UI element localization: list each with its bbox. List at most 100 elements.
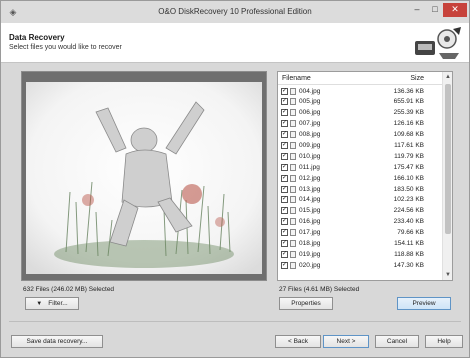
window-title: O&O DiskRecovery 10 Professional Edition: [158, 7, 312, 16]
file-name: 017.jpg: [299, 229, 321, 237]
list-selection-status: 27 Files (4.61 MB) Selected: [279, 286, 360, 293]
checkbox-icon[interactable]: ✓: [281, 229, 288, 237]
total-selection-status: 632 Files (246.02 MB) Selected: [23, 286, 115, 293]
image-preview-panel: [21, 71, 267, 281]
checkbox-icon[interactable]: ✓: [281, 207, 288, 215]
file-name: 004.jpg: [299, 87, 321, 95]
checkbox-icon[interactable]: ✓: [281, 131, 288, 139]
file-size: 119.79 KB: [394, 152, 424, 160]
table-row[interactable]: ✓ 010.jpg 119.79 KB: [278, 151, 442, 162]
checkbox-icon[interactable]: ✓: [281, 261, 288, 269]
checkbox-icon[interactable]: ✓: [281, 239, 288, 247]
checkbox-icon[interactable]: ✓: [281, 152, 288, 160]
file-name: 012.jpg: [299, 174, 321, 182]
table-row[interactable]: ✓ 018.jpg 154.11 KB: [278, 238, 442, 249]
checkbox-icon[interactable]: ✓: [281, 218, 288, 226]
file-icon: [290, 185, 296, 193]
footer-divider: [9, 321, 461, 322]
file-icon: [290, 250, 296, 258]
dropdown-arrow-icon: ▼: [36, 301, 43, 307]
checkbox-icon[interactable]: ✓: [281, 109, 288, 117]
column-header-filename[interactable]: Filename: [282, 75, 311, 82]
file-size: 233.40 KB: [393, 218, 424, 226]
table-row[interactable]: ✓ 017.jpg 79.66 KB: [278, 228, 442, 239]
minimize-button[interactable]: –: [407, 3, 427, 17]
file-size: 118.88 KB: [394, 250, 424, 258]
file-icon: [290, 174, 296, 182]
table-row[interactable]: ✓ 016.jpg 233.40 KB: [278, 217, 442, 228]
maximize-button[interactable]: □: [427, 3, 443, 17]
table-row[interactable]: ✓ 014.jpg 102.23 KB: [278, 195, 442, 206]
file-name: 005.jpg: [299, 98, 321, 106]
table-row[interactable]: ✓ 004.jpg 136.36 KB: [278, 86, 442, 97]
table-row[interactable]: ✓ 012.jpg 166.10 KB: [278, 173, 442, 184]
file-size: 166.10 KB: [393, 174, 424, 182]
cancel-button[interactable]: Cancel: [375, 335, 419, 348]
save-data-recovery-button[interactable]: Save data recovery...: [11, 335, 103, 348]
help-button[interactable]: Help: [425, 335, 463, 348]
file-size: 79.66 KB: [397, 229, 424, 237]
file-icon: [290, 229, 296, 237]
file-name: 011.jpg: [299, 163, 320, 171]
file-name: 019.jpg: [299, 250, 321, 258]
file-list-header: Filename Size: [278, 72, 442, 85]
checkbox-icon[interactable]: ✓: [281, 163, 288, 171]
table-row[interactable]: ✓ 011.jpg 175.47 KB: [278, 162, 442, 173]
table-row[interactable]: ✓ 005.jpg 655.91 KB: [278, 97, 442, 108]
next-button[interactable]: Next >: [323, 335, 369, 348]
checkbox-icon[interactable]: ✓: [281, 250, 288, 258]
scrollbar-thumb[interactable]: [445, 84, 451, 234]
preview-image: [26, 82, 262, 274]
file-icon: [290, 120, 296, 128]
file-list[interactable]: Filename Size ✓ 004.jpg 136.36 KB ✓ 005.jpg 6…: [277, 71, 453, 281]
file-icon: [290, 141, 296, 149]
file-name: 013.jpg: [299, 185, 321, 193]
file-size: 117.61 KB: [394, 141, 424, 149]
title-bar: ◈ O&O DiskRecovery 10 Professional Editi…: [1, 1, 469, 23]
table-row[interactable]: ✓ 013.jpg 183.50 KB: [278, 184, 442, 195]
file-size: 126.16 KB: [393, 120, 424, 128]
file-icon: [290, 131, 296, 139]
file-name: 010.jpg: [299, 152, 321, 160]
table-row[interactable]: ✓ 007.jpg 126.16 KB: [278, 119, 442, 130]
preview-button[interactable]: Preview: [397, 297, 451, 310]
file-size: 655.91 KB: [393, 98, 424, 106]
table-row[interactable]: ✓ 006.jpg 255.39 KB: [278, 108, 442, 119]
table-row[interactable]: ✓ 020.jpg 147.30 KB: [278, 260, 442, 271]
file-size: 175.47 KB: [393, 163, 424, 171]
file-size: 183.50 KB: [393, 185, 424, 193]
file-list-scrollbar[interactable]: ▲ ▼: [442, 72, 452, 280]
file-icon: [290, 98, 296, 106]
close-button[interactable]: ✕: [443, 3, 467, 17]
file-name: 006.jpg: [299, 109, 321, 117]
filter-button[interactable]: ▼ Filter...: [25, 297, 79, 310]
file-icon: [290, 239, 296, 247]
back-button[interactable]: < Back: [275, 335, 321, 348]
scroll-up-icon[interactable]: ▲: [443, 72, 452, 82]
file-name: 007.jpg: [299, 120, 321, 128]
table-row[interactable]: ✓ 009.jpg 117.61 KB: [278, 140, 442, 151]
checkbox-icon[interactable]: ✓: [281, 98, 288, 106]
file-icon: [290, 163, 296, 171]
checkbox-icon[interactable]: ✓: [281, 174, 288, 182]
file-name: 016.jpg: [299, 218, 321, 226]
scroll-down-icon[interactable]: ▼: [443, 270, 452, 280]
checkbox-icon[interactable]: ✓: [281, 185, 288, 193]
file-icon: [290, 196, 296, 204]
file-icon: [290, 218, 296, 226]
file-icon: [290, 152, 296, 160]
table-row[interactable]: ✓ 008.jpg 109.68 KB: [278, 130, 442, 141]
file-name: 014.jpg: [299, 196, 321, 204]
file-size: 255.39 KB: [393, 109, 424, 117]
column-header-size[interactable]: Size: [410, 75, 424, 82]
table-row[interactable]: ✓ 019.jpg 118.88 KB: [278, 249, 442, 260]
file-icon: [290, 261, 296, 269]
checkbox-icon[interactable]: ✓: [281, 141, 288, 149]
checkbox-icon[interactable]: ✓: [281, 87, 288, 95]
table-row[interactable]: ✓ 015.jpg 224.56 KB: [278, 206, 442, 217]
checkbox-icon[interactable]: ✓: [281, 196, 288, 204]
checkbox-icon[interactable]: ✓: [281, 120, 288, 128]
page-subtitle: Select files you would like to recover: [9, 44, 122, 51]
header-graphic-icon: [415, 27, 461, 59]
properties-button[interactable]: Properties: [279, 297, 333, 310]
